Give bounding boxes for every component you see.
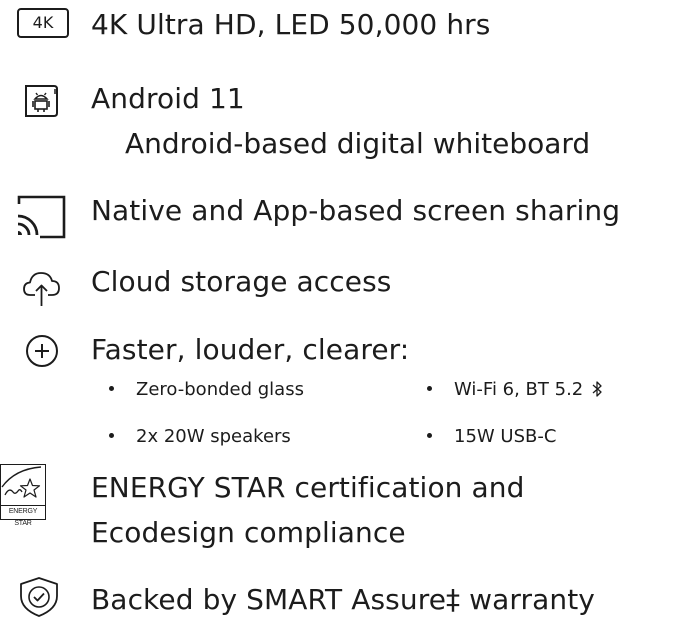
bullet-dot (109, 385, 114, 391)
bullet-dot (427, 385, 432, 391)
bullet-wifi-bt: Wi-Fi 6, BT 5.2 (427, 378, 603, 402)
feature-energy-line2: Ecodesign compliance (91, 516, 406, 549)
cast-icon (17, 195, 66, 239)
feature-cloud-label: Cloud storage access (91, 265, 392, 298)
bullet-speakers: 2x 20W speakers (109, 425, 291, 449)
feature-android-label: Android 11 (91, 82, 245, 115)
feature-warranty-label: Backed by SMART Assure‡ warranty (91, 583, 595, 616)
cloud-upload-icon (23, 272, 60, 306)
bullet-dot (109, 432, 114, 438)
plus-circle-icon (26, 335, 58, 367)
bullet-dot (427, 432, 432, 438)
feature-energy-line1: ENERGY STAR certification and (91, 471, 525, 504)
feature-4k-label: 4K Ultra HD, LED 50,000 hrs (91, 8, 491, 41)
bluetooth-icon (592, 381, 602, 397)
bullet-usb-c: 15W USB-C (427, 425, 556, 449)
4k-badge-icon: 4K (17, 8, 69, 38)
feature-performance-label: Faster, louder, clearer: (91, 333, 410, 366)
energy-star-graphic (1, 466, 42, 498)
android-device-icon (25, 85, 58, 117)
energy-star-logo-text: ENERGY STAR (1, 505, 45, 527)
energy-star-logo: ENERGY STAR (0, 464, 46, 527)
feature-android-sublabel: Android-based digital whiteboard (125, 127, 591, 160)
feature-screen-sharing-label: Native and App-based screen sharing (91, 194, 621, 227)
bullet-zero-bonded-glass: Zero-bonded glass (109, 378, 304, 402)
shield-check-icon (20, 577, 58, 617)
